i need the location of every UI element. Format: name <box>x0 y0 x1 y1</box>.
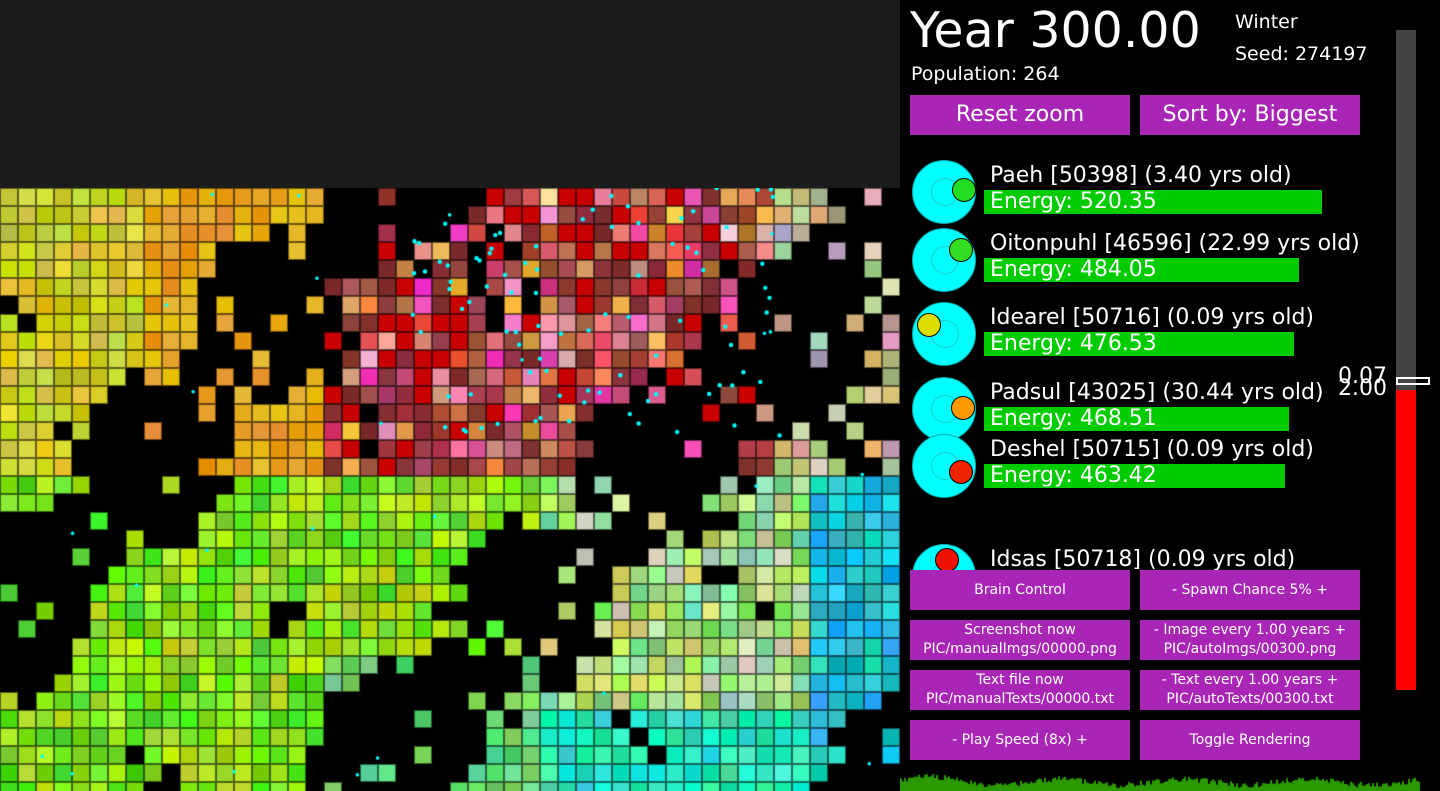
creature-name: Paeh [50398] (3.40 yrs old) <box>990 163 1292 188</box>
text-file-path: PIC/manualTexts/00000.txt <box>925 691 1115 707</box>
text-interval-path: PIC/autoTexts/00300.txt <box>1166 691 1334 707</box>
creature-energy: Energy: 463.42 <box>990 463 1157 488</box>
reset-zoom-button[interactable]: Reset zoom <box>910 95 1130 135</box>
creature-icon <box>912 228 976 292</box>
text-interval-control[interactable]: - Text every 1.00 years + PIC/autoTexts/… <box>1140 670 1360 710</box>
spawn-chance-control[interactable]: - Spawn Chance 5% + <box>1140 570 1360 610</box>
image-interval-control[interactable]: - Image every 1.00 years + PIC/autoImgs/… <box>1140 620 1360 660</box>
temperature-fill <box>1396 390 1416 690</box>
text-file-label: Text file now <box>976 672 1064 688</box>
screenshot-now-button[interactable]: Screenshot now PIC/manualImgs/00000.png <box>910 620 1130 660</box>
map-top-margin <box>0 0 900 188</box>
toggle-rendering-button[interactable]: Toggle Rendering <box>1140 720 1360 760</box>
text-file-now-button[interactable]: Text file now PIC/manualTexts/00000.txt <box>910 670 1130 710</box>
creature-name: Idearel [50716] (0.09 yrs old) <box>990 305 1315 330</box>
population-graph <box>900 765 1440 791</box>
creature-entry[interactable]: Paeh [50398] (3.40 yrs old) Energy: 520.… <box>912 160 1382 226</box>
creature-icon <box>912 434 976 498</box>
image-interval-path: PIC/autoImgs/00300.png <box>1163 641 1337 657</box>
season-label: Winter <box>1235 11 1298 33</box>
creature-icon <box>912 302 976 366</box>
brain-control-button[interactable]: Brain Control <box>910 570 1130 610</box>
year-title: Year 300.00 <box>910 2 1201 59</box>
sort-by-button[interactable]: Sort by: Biggest <box>1140 95 1360 135</box>
creature-name: Padsul [43025] (30.44 yrs old) <box>990 380 1324 405</box>
image-interval-label: - Image every 1.00 years + <box>1153 622 1347 638</box>
creature-entry[interactable]: Oitonpuhl [46596] (22.99 yrs old) Energy… <box>912 228 1382 294</box>
world-map-view[interactable] <box>0 0 900 791</box>
creature-entry[interactable]: Deshel [50715] (0.09 yrs old) Energy: 46… <box>912 434 1382 500</box>
terrain-grid[interactable] <box>0 188 900 791</box>
temperature-label-bottom: 2.00 <box>1338 376 1387 401</box>
creature-icon <box>912 160 976 224</box>
creature-icon <box>912 377 976 441</box>
creature-energy: Energy: 476.53 <box>990 331 1157 356</box>
population-label: Population: 264 <box>911 63 1060 85</box>
text-interval-label: - Text every 1.00 years + <box>1161 672 1339 688</box>
creature-energy: Energy: 484.05 <box>990 257 1157 282</box>
creature-name: Deshel [50715] (0.09 yrs old) <box>990 437 1314 462</box>
creature-name: Oitonpuhl [46596] (22.99 yrs old) <box>990 231 1360 256</box>
temperature-marker <box>1396 377 1430 385</box>
play-speed-control[interactable]: - Play Speed (8x) + <box>910 720 1130 760</box>
creature-energy: Energy: 520.35 <box>990 189 1157 214</box>
screenshot-label: Screenshot now <box>964 622 1076 638</box>
seed-label: Seed: 274197 <box>1235 43 1368 65</box>
screenshot-path: PIC/manualImgs/00000.png <box>923 641 1117 657</box>
creature-entry[interactable]: Idearel [50716] (0.09 yrs old) Energy: 4… <box>912 302 1382 368</box>
creature-energy: Energy: 468.51 <box>990 406 1157 431</box>
